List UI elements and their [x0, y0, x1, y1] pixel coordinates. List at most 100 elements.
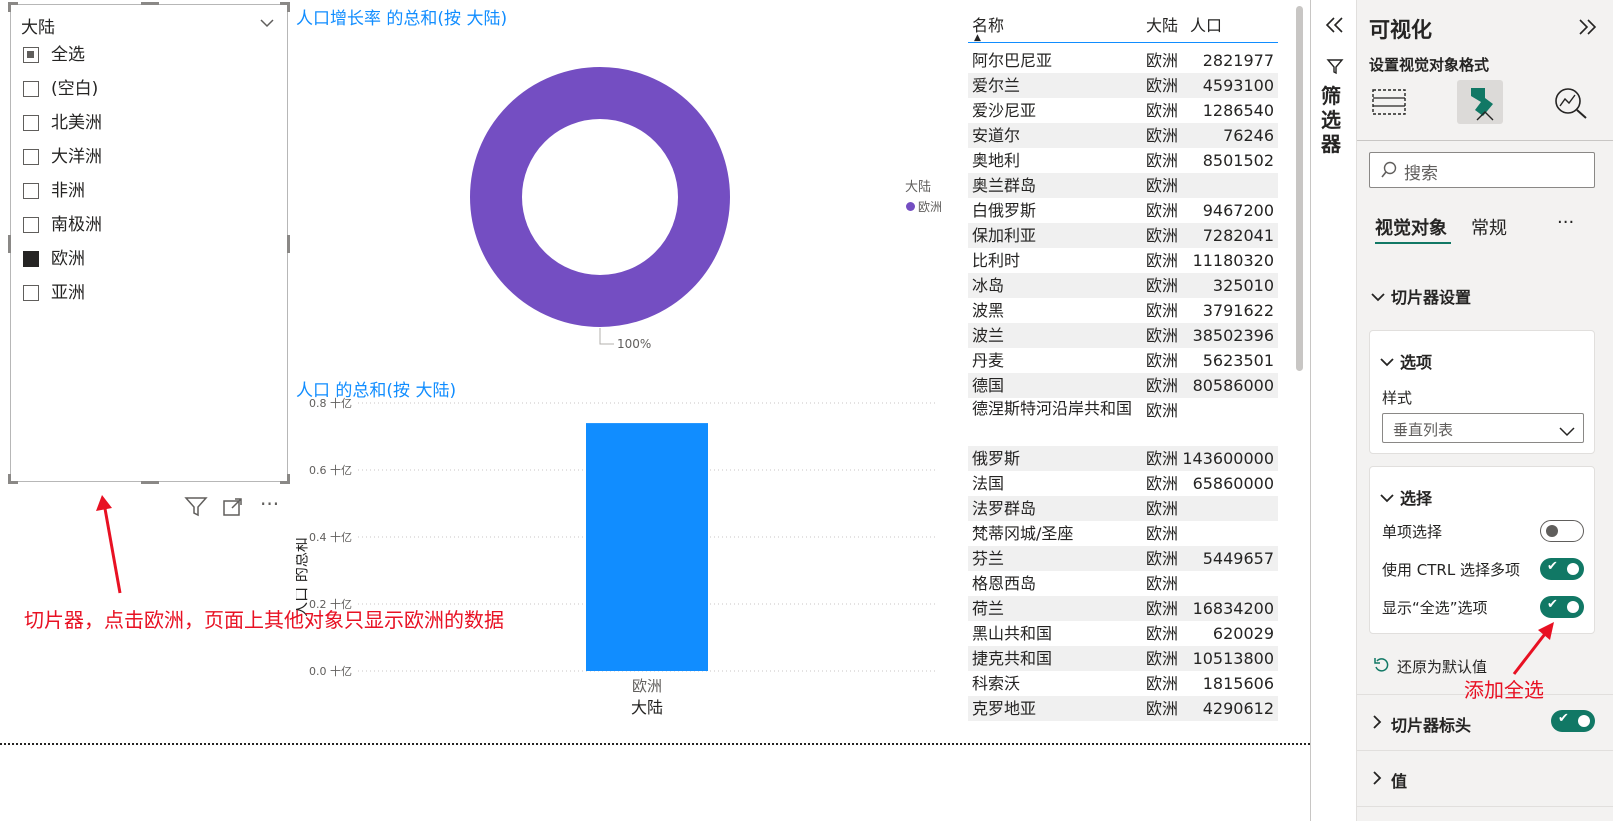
collapse-right-icon[interactable] — [1577, 18, 1597, 40]
format-paintbrush-icon[interactable] — [1463, 84, 1499, 128]
section-values[interactable]: 值 — [1391, 768, 1407, 792]
table-row[interactable]: 芬兰 欧洲 5449657 — [968, 546, 1278, 571]
resize-handle[interactable] — [8, 474, 11, 484]
more-options-icon[interactable]: ··· — [260, 492, 279, 516]
resize-handle[interactable] — [287, 235, 290, 253]
slicer-item-label: 北美洲 — [51, 113, 102, 133]
selection-toggle[interactable] — [1540, 520, 1584, 542]
table-scrollbar[interactable] — [1296, 6, 1303, 371]
tab-underline — [1357, 140, 1613, 141]
table-row[interactable]: 白俄罗斯 欧洲 9467200 — [968, 198, 1278, 223]
table-row[interactable]: 爱尔兰 欧洲 4593100 — [968, 73, 1278, 98]
table-row[interactable]: 德涅斯特河沿岸共和国 欧洲 — [968, 398, 1278, 446]
resize-handle[interactable] — [141, 481, 159, 484]
slicer-checkbox[interactable] — [23, 251, 39, 267]
y-tick-label: 0.6 十亿 — [309, 463, 352, 477]
selection-header[interactable]: 选择 — [1400, 485, 1432, 509]
chevron-right-icon[interactable] — [1371, 770, 1383, 789]
filters-pane-collapsed[interactable]: 筛选器 — [1310, 0, 1356, 821]
continent-slicer[interactable]: 大陆 全选 (空白) 北美洲 大洋洲 非洲 南极洲 欧洲 亚洲 — [8, 2, 290, 484]
chevron-down-icon[interactable] — [1380, 489, 1394, 508]
legend-item[interactable]: 欧洲 — [906, 198, 942, 215]
table-row[interactable]: 爱沙尼亚 欧洲 1286540 — [968, 98, 1278, 123]
cell-population: 4290612 — [1202, 699, 1274, 718]
more-tabs-button[interactable]: ··· — [1557, 212, 1574, 233]
table-row[interactable]: 奥兰群岛 欧洲 — [968, 173, 1278, 198]
slice-leader-line — [599, 328, 614, 345]
table-row[interactable]: 俄罗斯 欧洲 143600000 — [968, 446, 1278, 471]
table-row[interactable]: 丹麦 欧洲 5623501 — [968, 348, 1278, 373]
cell-name: 克罗地亚 — [972, 699, 1037, 718]
resize-handle[interactable] — [141, 2, 159, 5]
expand-left-icon[interactable] — [1325, 16, 1345, 38]
slicer-checkbox[interactable] — [23, 285, 39, 301]
section-slicer-settings[interactable]: 切片器设置 — [1391, 284, 1471, 308]
table-row[interactable]: 黑山共和国 欧洲 620029 — [968, 621, 1278, 646]
resize-handle[interactable] — [287, 2, 290, 12]
slicer-checkbox[interactable] — [23, 81, 39, 97]
options-header[interactable]: 选项 — [1400, 349, 1432, 373]
table-row[interactable]: 波兰 欧洲 38502396 — [968, 323, 1278, 348]
table-row[interactable]: 德国 欧洲 80586000 — [968, 373, 1278, 398]
reset-icon[interactable] — [1373, 656, 1391, 678]
table-row[interactable]: 比利时 欧洲 11180320 — [968, 248, 1278, 273]
chevron-down-icon[interactable] — [259, 15, 275, 35]
x-axis-title: 大陆 — [631, 698, 663, 717]
check-icon: ✔ — [1558, 711, 1569, 726]
analytics-icon[interactable] — [1553, 86, 1589, 124]
section-slicer-header[interactable]: 切片器标头 — [1391, 712, 1471, 736]
table-row[interactable]: 荷兰 欧洲 16834200 — [968, 596, 1278, 621]
table-row[interactable]: 科索沃 欧洲 1815606 — [968, 671, 1278, 696]
table-row[interactable]: 保加利亚 欧洲 7282041 — [968, 223, 1278, 248]
table-row[interactable]: 梵蒂冈城/圣座 欧洲 — [968, 521, 1278, 546]
table-row[interactable]: 法国 欧洲 65860000 — [968, 471, 1278, 496]
slicer-item[interactable]: 非洲 — [23, 179, 263, 203]
table-row[interactable]: 克罗地亚 欧洲 4290612 — [968, 696, 1278, 721]
tab-visual[interactable]: 视觉对象 — [1375, 214, 1447, 240]
slicer-item[interactable]: 全选 — [23, 43, 263, 67]
slicer-item[interactable]: 南极洲 — [23, 213, 263, 237]
chevron-down-icon[interactable] — [1380, 353, 1394, 372]
table-row[interactable]: 波黑 欧洲 3791622 — [968, 298, 1278, 323]
slicer-item[interactable]: 大洋洲 — [23, 145, 263, 169]
table-row[interactable]: 法罗群岛 欧洲 — [968, 496, 1278, 521]
resize-handle[interactable] — [8, 2, 11, 12]
table-row[interactable]: 阿尔巴尼亚 欧洲 2821977 — [968, 48, 1278, 73]
column-header-population[interactable]: 人口 — [1190, 12, 1222, 36]
slice-data-label: 100% — [617, 337, 651, 351]
slicer-checkbox[interactable] — [23, 149, 39, 165]
column-header-continent[interactable]: 大陆 — [1146, 12, 1178, 36]
selection-toggle[interactable]: ✔ — [1540, 596, 1584, 618]
slicer-checkbox[interactable] — [23, 47, 39, 63]
table-row[interactable]: 格恩西岛 欧洲 — [968, 571, 1278, 596]
focus-mode-icon[interactable] — [222, 496, 244, 522]
table-row[interactable]: 奥地利 欧洲 8501502 — [968, 148, 1278, 173]
tab-general[interactable]: 常规 — [1471, 214, 1507, 240]
table-row[interactable]: 捷克共和国 欧洲 10513800 — [968, 646, 1278, 671]
bar-chart[interactable]: 0.0 十亿0.2 十亿0.4 十亿0.6 十亿0.8 十亿欧洲大陆人口 的总和 — [296, 395, 966, 735]
slicer-item[interactable]: 北美洲 — [23, 111, 263, 135]
cell-name: 奥兰群岛 — [972, 176, 1037, 195]
slicer-item[interactable]: (空白) — [23, 77, 263, 101]
y-tick-label: 0.4 十亿 — [309, 530, 352, 544]
filter-icon[interactable] — [184, 496, 208, 522]
slicer-checkbox[interactable] — [23, 183, 39, 199]
bar-europe[interactable] — [586, 423, 708, 671]
slicer-item[interactable]: 亚洲 — [23, 281, 263, 305]
donut-chart[interactable]: 100% — [460, 60, 740, 360]
chevron-down-icon[interactable] — [1371, 288, 1385, 307]
resize-handle[interactable] — [8, 235, 11, 253]
slicer-item[interactable]: 欧洲 — [23, 247, 263, 271]
slicer-header-toggle[interactable]: ✔ — [1551, 710, 1595, 732]
slicer-checkbox[interactable] — [23, 115, 39, 131]
build-visual-icon[interactable] — [1371, 86, 1407, 122]
style-dropdown[interactable]: 垂直列表 — [1382, 413, 1584, 443]
resize-handle[interactable] — [287, 474, 290, 484]
chevron-right-icon[interactable] — [1371, 714, 1383, 733]
table-row[interactable]: 安道尔 欧洲 76246 — [968, 123, 1278, 148]
slicer-checkbox[interactable] — [23, 217, 39, 233]
format-search-box[interactable]: 搜索 — [1369, 152, 1595, 188]
cell-population: 5623501 — [1202, 351, 1274, 370]
table-row[interactable]: 冰岛 欧洲 325010 — [968, 273, 1278, 298]
selection-toggle[interactable]: ✔ — [1540, 558, 1584, 580]
